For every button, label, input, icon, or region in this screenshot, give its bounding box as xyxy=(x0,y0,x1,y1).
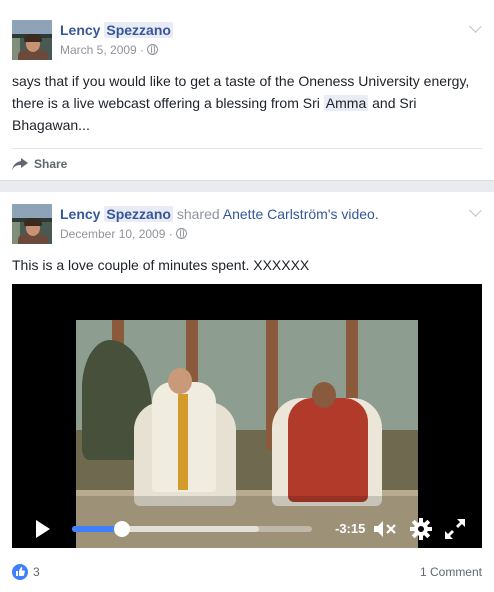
comment-count[interactable]: 1 Comment xyxy=(420,565,482,579)
gear-icon[interactable] xyxy=(410,518,432,540)
post-card: Lency Spezzano shared Anette Carlström's… xyxy=(0,192,494,592)
video-progress-bar[interactable] xyxy=(72,521,312,537)
fullscreen-icon[interactable] xyxy=(444,518,466,540)
play-icon[interactable] xyxy=(36,520,50,538)
chevron-down-icon[interactable] xyxy=(469,20,482,33)
like-icon xyxy=(12,564,28,580)
video-controls: -3:15 xyxy=(12,508,482,548)
globe-icon xyxy=(147,44,159,55)
share-button[interactable]: Share xyxy=(12,157,67,171)
post-text: This is a love couple of minutes spent. … xyxy=(12,257,310,273)
mention-highlight[interactable]: Amma xyxy=(323,95,369,111)
post-timestamp[interactable]: December 10, 2009 · xyxy=(60,227,187,241)
post-header: Lency Spezzano shared Anette Carlström's… xyxy=(60,206,379,222)
post-header: Lency Spezzano xyxy=(60,22,173,38)
time-remaining: -3:15 xyxy=(335,521,366,536)
share-label: Share xyxy=(34,157,68,171)
globe-icon xyxy=(175,228,187,239)
shared-person-link[interactable]: Anette Carlström xyxy=(223,206,328,222)
author-name[interactable]: Lency Spezzano xyxy=(60,22,173,38)
avatar[interactable] xyxy=(12,20,52,60)
avatar[interactable] xyxy=(12,204,52,244)
post-card: Lency Spezzano March 5, 2009 · says that… xyxy=(0,0,494,181)
shared-suffix[interactable]: 's video. xyxy=(328,206,379,222)
share-icon xyxy=(12,158,28,170)
reaction-summary[interactable]: 3 xyxy=(12,564,40,580)
divider xyxy=(12,148,482,149)
post-text: says that if you would like to get a tas… xyxy=(12,73,470,133)
post-timestamp[interactable]: March 5, 2009 · xyxy=(60,43,159,57)
like-count: 3 xyxy=(33,565,40,579)
scrubber-handle[interactable] xyxy=(114,521,131,537)
shared-word: shared xyxy=(176,206,220,222)
chevron-down-icon[interactable] xyxy=(469,204,482,217)
author-name[interactable]: Lency Spezzano xyxy=(60,206,173,222)
mute-icon[interactable] xyxy=(374,520,396,538)
video-player[interactable]: -3:15 xyxy=(12,284,482,548)
